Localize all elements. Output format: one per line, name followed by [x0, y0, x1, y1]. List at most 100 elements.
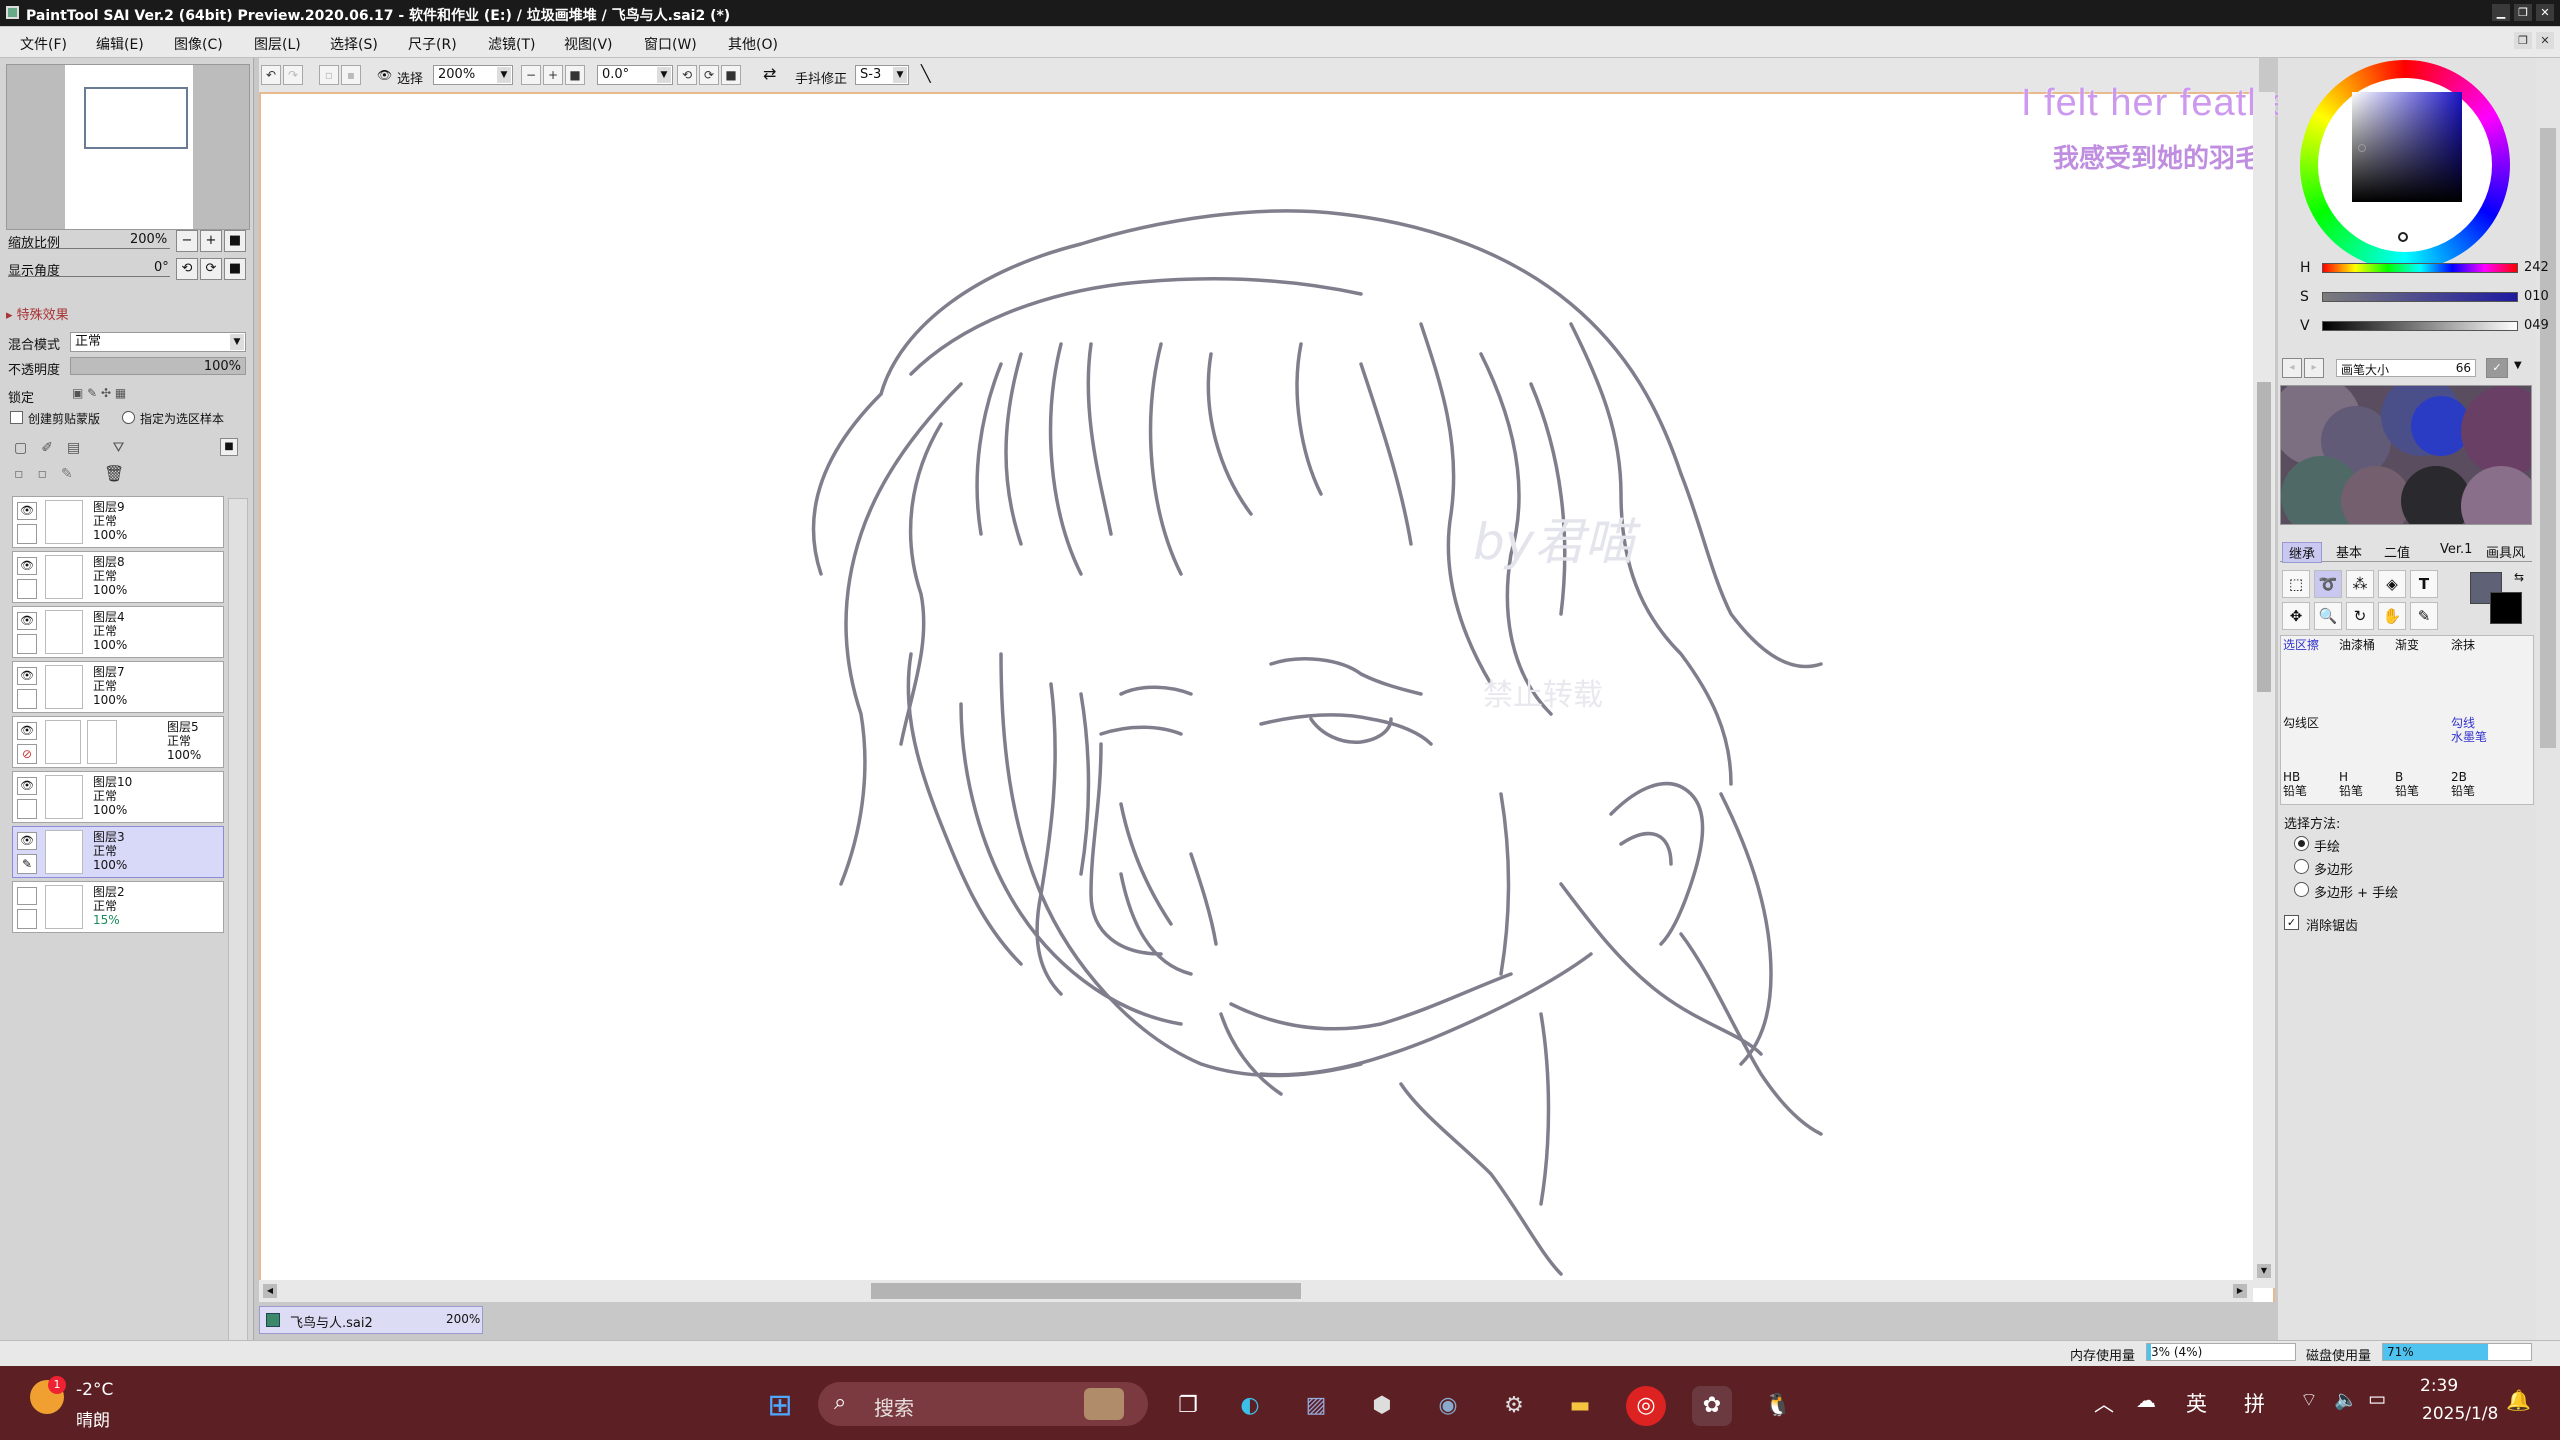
rotate-reset-button[interactable]: ■: [721, 65, 741, 85]
hue-marker[interactable]: [2398, 232, 2408, 242]
undo-icon[interactable]: ↶: [261, 65, 281, 85]
lasso-icon[interactable]: ➰: [2314, 570, 2342, 598]
menu-other[interactable]: 其他(O): [728, 34, 778, 54]
document-tab[interactable]: 飞鸟与人.sai2 200%: [259, 1306, 483, 1334]
restore-button[interactable]: ❐: [2514, 4, 2532, 21]
saturation-slider[interactable]: [2322, 292, 2518, 302]
menu-filter[interactable]: 滤镜(T): [488, 34, 535, 54]
zoom-icon[interactable]: 🔍: [2314, 602, 2342, 630]
hue-slider[interactable]: [2322, 263, 2518, 273]
rotate-icon[interactable]: ↻: [2346, 602, 2374, 630]
effects-section-header[interactable]: ▸ 特殊效果: [6, 304, 69, 323]
menu-window[interactable]: 窗口(W): [644, 34, 697, 54]
layer-item[interactable]: 👁 图层4 正常 100%: [12, 606, 224, 658]
background-color-swatch[interactable]: [2490, 592, 2522, 624]
deselect-icon[interactable]: ▫: [319, 65, 339, 85]
brush-hb-pencil[interactable]: HB 铅笔: [2283, 770, 2339, 818]
eye-icon[interactable]: 👁: [17, 612, 37, 630]
text-icon[interactable]: T: [2410, 570, 2438, 598]
canvas[interactable]: I felt her feathers 我感受到她的羽毛 by君喵 禁止转载: [259, 82, 2324, 1302]
opacity-slider[interactable]: 100%: [70, 357, 246, 375]
value-slider[interactable]: [2322, 321, 2518, 331]
close-button[interactable]: ✕: [2536, 4, 2554, 21]
layer-tool-icons-row1[interactable]: ▢✐▤ ⛛: [14, 440, 138, 456]
wifi-icon[interactable]: ⌔: [2300, 1388, 2318, 1412]
antialias-checkbox[interactable]: ✓: [2284, 915, 2299, 930]
zoom-reset-button[interactable]: ■: [565, 65, 585, 85]
onedrive-icon[interactable]: ☁: [2136, 1388, 2156, 1412]
layer-tool-icons-row2[interactable]: ▫▫✎: [14, 466, 87, 482]
radio-freehand[interactable]: [2294, 836, 2309, 851]
shape-icon[interactable]: ◈: [2378, 570, 2406, 598]
layer-item[interactable]: 👁 图层9 正常 100%: [12, 496, 224, 548]
edit-box[interactable]: [17, 689, 37, 709]
brush-gradient[interactable]: 渐变: [2395, 638, 2451, 686]
minimize-button[interactable]: ▁: [2492, 4, 2510, 21]
brush-size-slider[interactable]: 画笔大小 66: [2336, 359, 2476, 377]
file-explorer-icon[interactable]: ▬: [1560, 1386, 1600, 1426]
edge-icon[interactable]: ◐: [1230, 1386, 1270, 1426]
right-panel-scrollbar[interactable]: [2536, 58, 2560, 1340]
brush-line-area[interactable]: 勾线区: [2283, 716, 2339, 764]
doc-restore-button[interactable]: ❐: [2514, 32, 2532, 49]
delete-layer-icon[interactable]: 🗑: [104, 464, 124, 483]
brush-h-pencil[interactable]: H 铅笔: [2339, 770, 2395, 818]
eye-icon[interactable]: 👁: [17, 722, 37, 740]
painttool-sai-icon[interactable]: ✿: [1692, 1386, 1732, 1426]
menu-file[interactable]: 文件(F): [20, 34, 67, 54]
color-wheel[interactable]: [2300, 60, 2510, 270]
zoom-slider[interactable]: [8, 248, 170, 249]
app-3d-icon[interactable]: ⬢: [1362, 1386, 1402, 1426]
edit-box[interactable]: [17, 909, 37, 929]
menu-image[interactable]: 图像(C): [174, 34, 223, 54]
layer-item[interactable]: 👁 图层8 正常 100%: [12, 551, 224, 603]
rotate-right-button[interactable]: ⟳: [200, 258, 222, 280]
tab-inherit[interactable]: 继承: [2282, 542, 2323, 563]
pressure-line-icon[interactable]: ╲: [921, 64, 931, 83]
swap-colors-icon[interactable]: ⇆: [2514, 570, 2524, 584]
navigator[interactable]: [6, 64, 250, 230]
vertical-scroll-thumb[interactable]: [2257, 382, 2271, 692]
clock-time[interactable]: 2:39: [2420, 1376, 2458, 1396]
brush-select-eraser[interactable]: 选区擦: [2283, 638, 2339, 686]
doc-close-button[interactable]: ✕: [2536, 32, 2554, 49]
zoom-in-button[interactable]: +: [543, 65, 563, 85]
hand-icon[interactable]: ✋: [2378, 602, 2406, 630]
color-mixer-palette[interactable]: [2280, 385, 2532, 525]
edit-box[interactable]: [17, 579, 37, 599]
radio-polygon-freehand[interactable]: [2294, 882, 2309, 897]
eye-icon[interactable]: 👁: [17, 667, 37, 685]
battery-icon[interactable]: ▭: [2368, 1388, 2386, 1410]
brush-ink-pen[interactable]: 勾线 水墨笔: [2451, 716, 2507, 764]
layer-item[interactable]: 👁 图层7 正常 100%: [12, 661, 224, 713]
size-increase-button[interactable]: ▸: [2304, 358, 2324, 378]
netease-music-icon[interactable]: ◎: [1626, 1386, 1666, 1426]
tab-painter[interactable]: 画具风: [2486, 542, 2525, 561]
navigator-view-frame[interactable]: [84, 87, 188, 149]
stabilizer-select[interactable]: S-3 ▼: [855, 65, 909, 85]
redo-icon[interactable]: ↷: [283, 65, 303, 85]
eye-icon[interactable]: 👁: [17, 832, 37, 850]
zoom-reset-button[interactable]: ■: [224, 230, 246, 252]
menu-ruler[interactable]: 尺子(R): [408, 34, 457, 54]
rotate-left-button[interactable]: ⟲: [176, 258, 198, 280]
tab-binary[interactable]: 二值: [2384, 542, 2410, 561]
rotate-right-button[interactable]: ⟳: [699, 65, 719, 85]
blend-mode-select[interactable]: 正常 ▼: [70, 332, 246, 352]
eye-icon[interactable]: 👁: [17, 777, 37, 795]
steam-icon[interactable]: ⚙: [1494, 1386, 1534, 1426]
layer-mask-button[interactable]: ■: [220, 438, 238, 456]
saturation-value-square[interactable]: [2352, 92, 2462, 202]
sv-marker[interactable]: [2358, 144, 2366, 152]
ime-mode[interactable]: 拼: [2244, 1388, 2265, 1418]
edit-box[interactable]: [17, 524, 37, 544]
move-icon[interactable]: ✥: [2282, 602, 2310, 630]
zoom-in-button[interactable]: +: [200, 230, 222, 252]
notification-bell-icon[interactable]: 🔔: [2506, 1388, 2531, 1412]
chevron-down-icon[interactable]: ▼: [2514, 360, 2522, 371]
right-panel-scroll-thumb[interactable]: [2540, 128, 2556, 748]
brush-2b-pencil[interactable]: 2B 铅笔: [2451, 770, 2507, 818]
brush-b-pencil[interactable]: B 铅笔: [2395, 770, 2451, 818]
layer-list-scrollbar[interactable]: [228, 498, 248, 1378]
sample-radio[interactable]: [122, 411, 135, 424]
